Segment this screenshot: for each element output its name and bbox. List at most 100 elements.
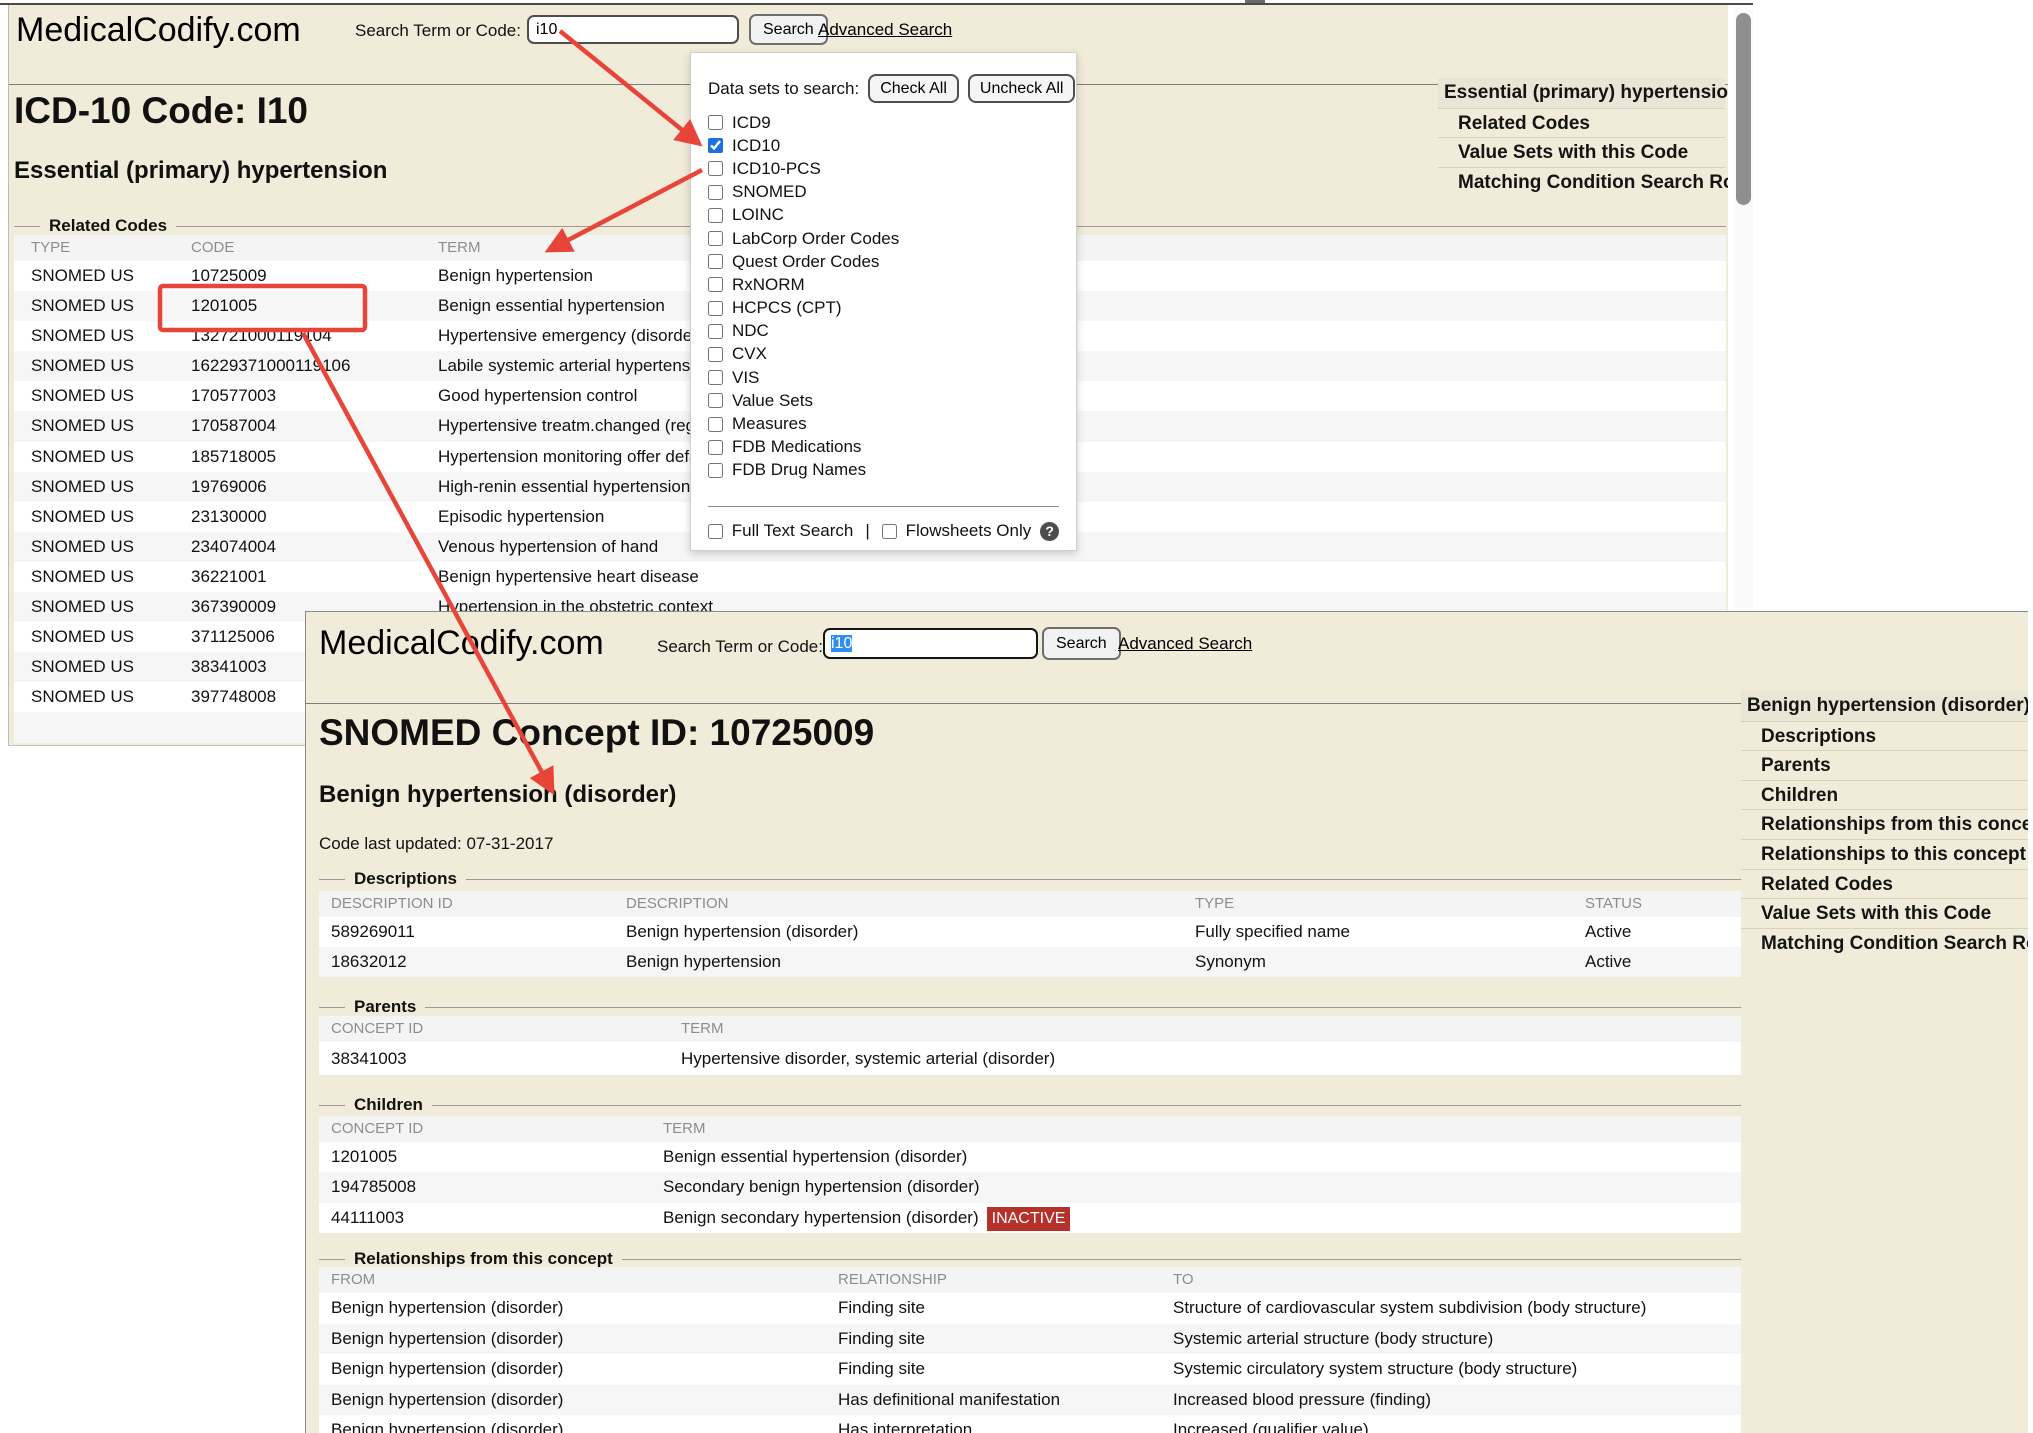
descriptions-legend: Descriptions	[319, 869, 1741, 889]
icd10-checkbox[interactable]	[708, 138, 723, 153]
search-button[interactable]: Search	[749, 14, 828, 45]
fdb-medications-checkbox[interactable]	[708, 440, 723, 455]
check-all-button[interactable]: Check All	[868, 74, 959, 103]
menu-item-related-codes[interactable]: Related Codes	[1438, 108, 1725, 138]
advanced-search-link[interactable]: Advanced Search	[1118, 634, 1252, 654]
advanced-search-link[interactable]: Advanced Search	[818, 20, 952, 40]
dataset-option-value-sets[interactable]: Value Sets	[708, 389, 1059, 412]
measures-checkbox[interactable]	[708, 417, 723, 432]
table-row: Benign hypertension (disorder) Finding s…	[319, 1324, 1741, 1355]
menu-item-relationships-to[interactable]: Relationships to this concept	[1741, 839, 2028, 869]
site-logo[interactable]: MedicalCodify.com	[16, 11, 301, 50]
menu-item-matching-rows[interactable]: Matching Condition Search Rows	[1741, 928, 2028, 958]
menu-item-relationships-from[interactable]: Relationships from this concept	[1741, 809, 2028, 839]
icd10-pcs-checkbox[interactable]	[708, 161, 723, 176]
cell-relationship: Finding site	[838, 1324, 1173, 1355]
dataset-option-measures[interactable]: Measures	[708, 412, 1059, 435]
code-last-updated: Code last updated: 07-31-2017	[319, 834, 553, 854]
search-input[interactable]	[527, 15, 739, 44]
menu-item-value-sets[interactable]: Value Sets with this Code	[1741, 898, 2028, 928]
cvx-checkbox[interactable]	[708, 347, 723, 362]
cell-type: SNOMED US	[14, 562, 191, 592]
hcpcs-checkbox[interactable]	[708, 301, 723, 316]
cell-term: Hypertensive emergency (disorder)	[438, 321, 1726, 351]
cell-from: Benign hypertension (disorder)	[319, 1293, 838, 1324]
snomed-checkbox[interactable]	[708, 185, 723, 200]
dataset-option-rxnorm[interactable]: RxNORM	[708, 273, 1059, 296]
flowsheets-only-checkbox[interactable]	[882, 524, 897, 539]
full-text-search-checkbox[interactable]	[708, 524, 723, 539]
footer-separator: |	[865, 521, 869, 541]
dataset-option-vis[interactable]: VIS	[708, 366, 1059, 389]
selected-text: i10	[831, 635, 852, 652]
scrollbar-track[interactable]	[1734, 8, 1753, 609]
dataset-option-icd10[interactable]: ICD10	[708, 134, 1059, 157]
cell-from: Benign hypertension (disorder)	[319, 1324, 838, 1355]
children-legend-label: Children	[345, 1095, 432, 1115]
option-label: SNOMED	[732, 182, 807, 202]
search-input[interactable]: i10	[823, 628, 1038, 659]
menu-item-related-codes[interactable]: Related Codes	[1741, 869, 2028, 899]
quest-checkbox[interactable]	[708, 254, 723, 269]
menu-item-children[interactable]: Children	[1741, 780, 2028, 810]
icd9-checkbox[interactable]	[708, 115, 723, 130]
option-label: RxNORM	[732, 275, 805, 295]
option-label: ICD10-PCS	[732, 159, 821, 179]
option-label: HCPCS (CPT)	[732, 298, 842, 318]
scrollbar-thumb[interactable]	[1736, 13, 1751, 205]
cell-from: Benign hypertension (disorder)	[319, 1415, 838, 1433]
vis-checkbox[interactable]	[708, 370, 723, 385]
cell-type: SNOMED US	[14, 411, 191, 441]
page-subtitle: Essential (primary) hypertension	[14, 157, 387, 185]
uncheck-all-button[interactable]: Uncheck All	[968, 74, 1076, 103]
fdb-drug-names-checkbox[interactable]	[708, 463, 723, 478]
dataset-option-labcorp[interactable]: LabCorp Order Codes	[708, 227, 1059, 250]
labcorp-checkbox[interactable]	[708, 231, 723, 246]
dataset-option-icd10-pcs[interactable]: ICD10-PCS	[708, 157, 1059, 180]
menu-item-parents[interactable]: Parents	[1741, 750, 2028, 780]
rxnorm-checkbox[interactable]	[708, 277, 723, 292]
table-row: 18632012 Benign hypertension Synonym Act…	[319, 947, 1741, 977]
loinc-checkbox[interactable]	[708, 208, 723, 223]
related-codes-legend-label: Related Codes	[40, 216, 176, 236]
cell-id: 18632012	[319, 947, 626, 977]
flowsheets-only-label: Flowsheets Only	[906, 521, 1032, 541]
menu-item-descriptions[interactable]: Descriptions	[1741, 721, 2028, 751]
dataset-option-cvx[interactable]: CVX	[708, 343, 1059, 366]
cell-to: Increased blood pressure (finding)	[1173, 1385, 1741, 1416]
datasets-label: Data sets to search:	[708, 79, 859, 99]
dataset-option-quest[interactable]: Quest Order Codes	[708, 250, 1059, 273]
table-header-row: FROM RELATIONSHIP TO	[319, 1267, 1741, 1293]
cell-relationship: Finding site	[838, 1354, 1173, 1385]
parents-table: CONCEPT ID TERM 38341003 Hypertensive di…	[319, 1016, 1741, 1075]
table-header-row: CONCEPT ID TERM	[319, 1116, 1741, 1142]
dataset-options: ICD9 ICD10 ICD10-PCS SNOMED LOINC LabCor…	[708, 111, 1059, 482]
dataset-option-icd9[interactable]: ICD9	[708, 111, 1059, 134]
dataset-option-loinc[interactable]: LOINC	[708, 204, 1059, 227]
menu-item-concept[interactable]: Essential (primary) hypertension	[1438, 78, 1725, 108]
option-label: CVX	[732, 344, 767, 364]
value-sets-checkbox[interactable]	[708, 393, 723, 408]
dataset-option-fdb-drug-names[interactable]: FDB Drug Names	[708, 459, 1059, 482]
menu-item-concept[interactable]: Benign hypertension (disorder)	[1741, 691, 2028, 721]
ndc-checkbox[interactable]	[708, 324, 723, 339]
site-logo[interactable]: MedicalCodify.com	[319, 624, 604, 663]
dataset-option-snomed[interactable]: SNOMED	[708, 181, 1059, 204]
page-title: SNOMED Concept ID: 10725009	[319, 712, 874, 754]
dataset-option-hcpcs[interactable]: HCPCS (CPT)	[708, 297, 1059, 320]
col-description-id: DESCRIPTION ID	[319, 891, 626, 917]
menu-item-value-sets[interactable]: Value Sets with this Code	[1438, 137, 1725, 167]
dataset-option-ndc[interactable]: NDC	[708, 320, 1059, 343]
datasets-header: Data sets to search: Check All Uncheck A…	[708, 74, 1059, 103]
dataset-option-fdb-medications[interactable]: FDB Medications	[708, 436, 1059, 459]
table-row: Benign hypertension (disorder) Has inter…	[319, 1415, 1741, 1433]
option-label: ICD9	[732, 113, 771, 133]
search-button[interactable]: Search	[1042, 627, 1121, 660]
cell-type: SNOMED US	[14, 351, 191, 381]
help-icon[interactable]: ?	[1040, 522, 1059, 541]
descriptions-legend-label: Descriptions	[345, 869, 466, 889]
option-label: FDB Drug Names	[732, 460, 866, 480]
cell-concept-id: 194785008	[319, 1172, 663, 1202]
menu-item-matching-rows[interactable]: Matching Condition Search Rows	[1438, 167, 1725, 197]
cell-code: 16229371000119106	[191, 351, 438, 381]
